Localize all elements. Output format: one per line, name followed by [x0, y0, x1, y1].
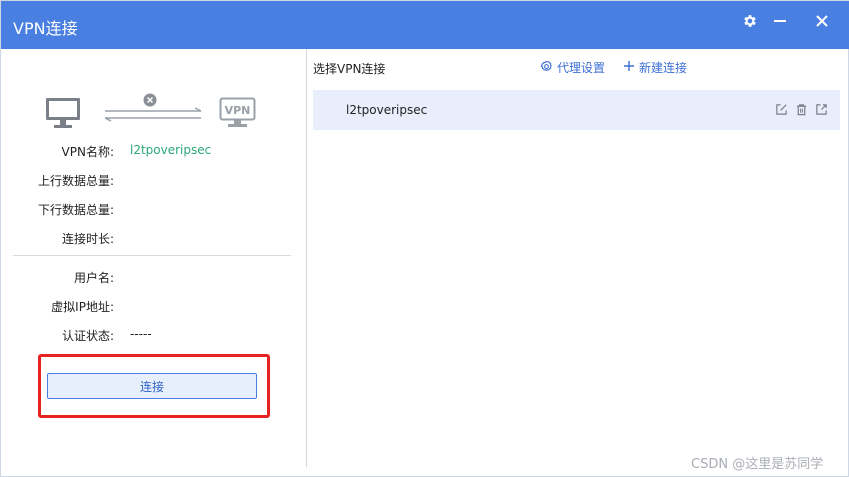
gear-outline-icon: [540, 60, 553, 76]
connection-list-header: 选择VPN连接 代理设置 新建连接: [308, 49, 849, 85]
auth-status-row: 认证状态: -----: [1, 327, 307, 345]
username-label: 用户名:: [73, 271, 114, 285]
disconnected-x-icon: [143, 93, 157, 110]
vpn-name-value: l2tpoveripsec: [130, 143, 212, 157]
monitor-icon: [45, 97, 81, 134]
divider: [13, 255, 291, 256]
new-connection-label: 新建连接: [639, 61, 688, 75]
upload-total-row: 上行数据总量:: [1, 172, 307, 190]
proxy-settings-button[interactable]: 代理设置: [540, 59, 605, 76]
close-icon[interactable]: [809, 9, 835, 33]
download-total-row: 下行数据总量:: [1, 201, 307, 219]
vpn-icon-text: VPN: [225, 104, 251, 117]
duration-row: 连接时长:: [1, 230, 307, 248]
username-row: 用户名:: [1, 269, 307, 287]
download-total-label: 下行数据总量:: [37, 203, 114, 217]
minimize-icon[interactable]: [767, 9, 793, 33]
title-bar: VPN连接: [1, 1, 849, 49]
export-icon[interactable]: [815, 103, 829, 117]
window-title: VPN连接: [13, 19, 78, 38]
connect-button[interactable]: 连接: [47, 373, 257, 399]
duration-label: 连接时长:: [61, 232, 114, 246]
vpn-name-row: VPN名称: l2tpoveripsec: [1, 143, 307, 161]
auth-status-label: 认证状态:: [61, 329, 114, 343]
proxy-settings-label: 代理设置: [557, 61, 606, 75]
watermark: CSDN @这里是苏同学: [691, 457, 824, 472]
vpn-connection-window: VPN 连接 VPN VPN名称: l2tpoveripsec 上行数据总量: 下…: [0, 0, 849, 477]
vpn-name-label: VPN名称:: [61, 145, 114, 159]
virtual-ip-label: 虚拟IP地址:: [51, 300, 114, 314]
auth-status-value: -----: [130, 327, 152, 341]
gear-icon[interactable]: [737, 9, 763, 33]
delete-icon[interactable]: [795, 103, 809, 117]
connection-diagram: VPN: [45, 91, 265, 135]
status-panel: VPN VPN名称: l2tpoveripsec 上行数据总量: 下行数据总量:…: [1, 49, 307, 467]
new-connection-button[interactable]: 新建连接: [623, 59, 687, 76]
edit-icon[interactable]: [775, 103, 789, 117]
connection-list-item[interactable]: l2tpoveripsec: [313, 90, 840, 130]
vpn-icon: VPN: [219, 97, 257, 134]
virtual-ip-row: 虚拟IP地址:: [1, 298, 307, 316]
connection-list-title: 选择VPN连接: [313, 62, 386, 76]
connection-list-panel: 选择VPN连接 代理设置 新建连接 l2tpoveripsec: [308, 49, 849, 467]
upload-total-label: 上行数据总量:: [37, 174, 114, 188]
connection-name: l2tpoveripsec: [346, 103, 428, 117]
plus-icon: [623, 60, 635, 75]
